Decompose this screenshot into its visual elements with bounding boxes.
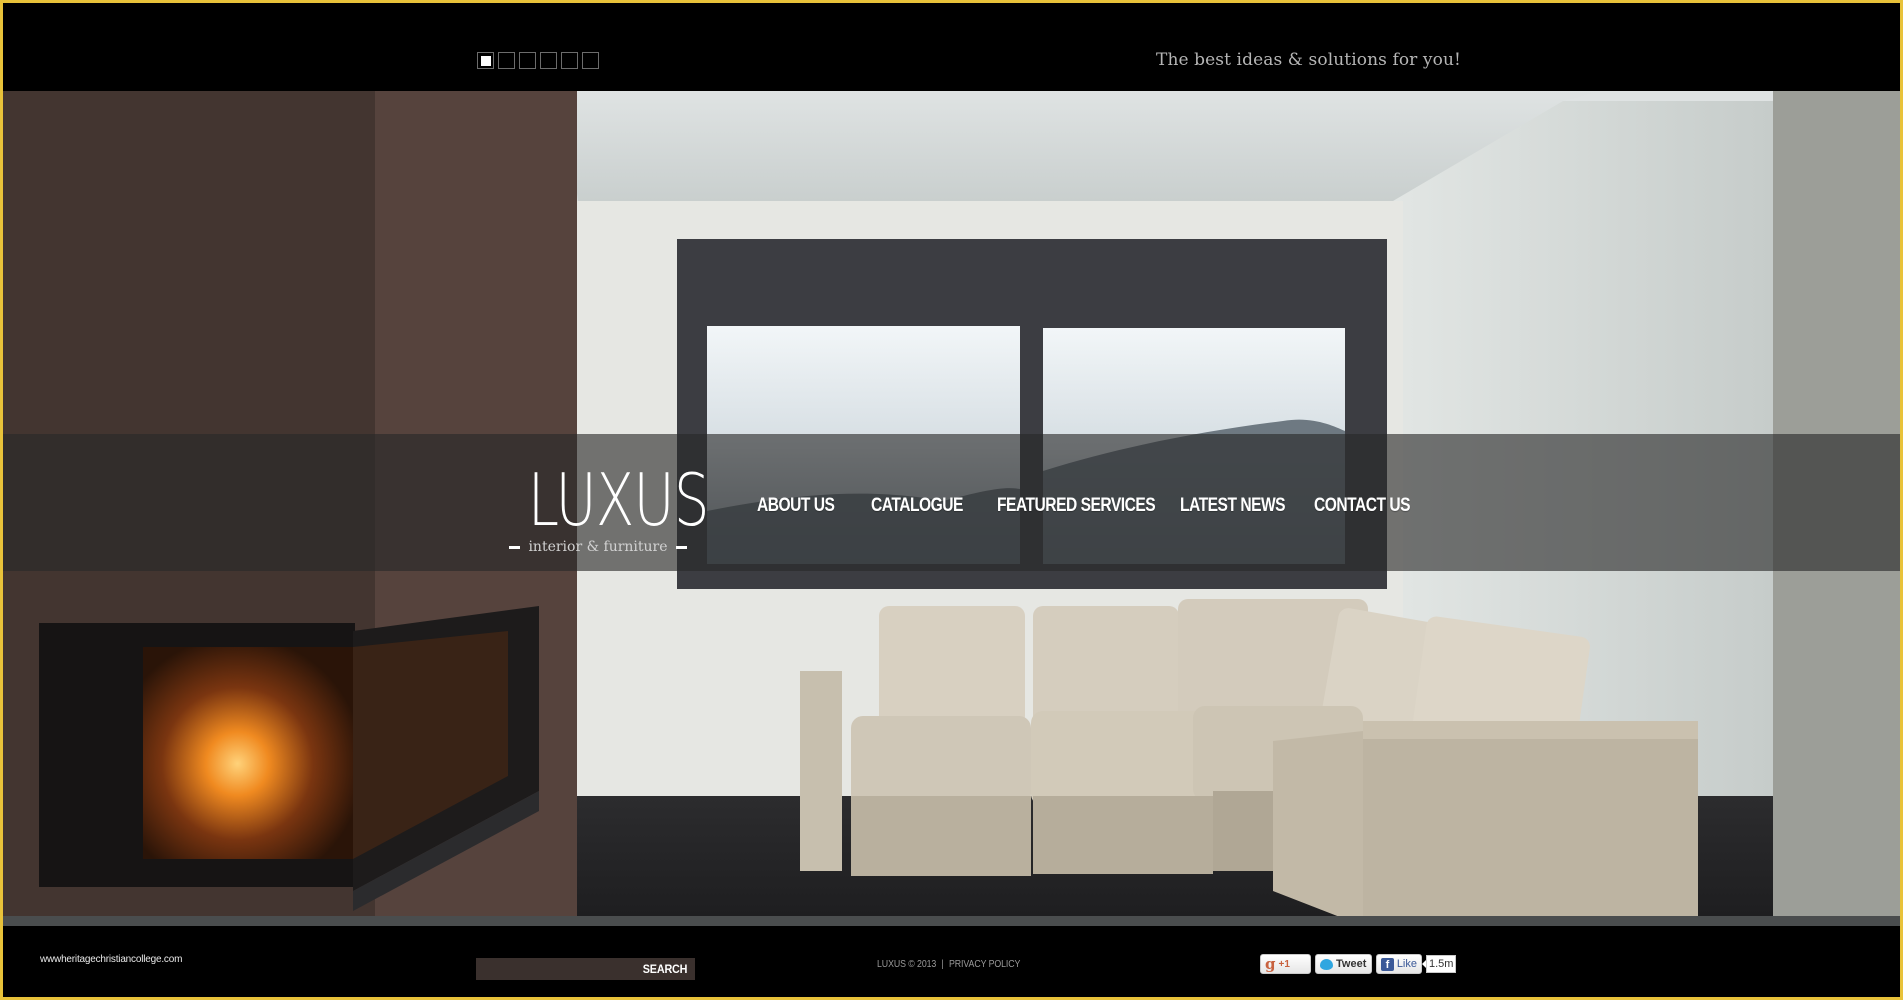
logo-dash-right bbox=[675, 545, 687, 549]
copyright-separator: | bbox=[941, 959, 944, 970]
slider-dot-2[interactable] bbox=[498, 52, 515, 69]
google-plus-button[interactable]: g +1 bbox=[1260, 954, 1311, 974]
slider-dot-3[interactable] bbox=[519, 52, 536, 69]
nav-catalogue[interactable]: CATALOGUE bbox=[871, 495, 963, 517]
tweet-label: Tweet bbox=[1336, 958, 1367, 970]
slider-dot-1[interactable] bbox=[477, 52, 494, 69]
privacy-policy-link[interactable]: PRIVACY POLICY bbox=[949, 959, 1020, 970]
tweet-button[interactable]: Tweet bbox=[1315, 954, 1372, 974]
hero-bottom-divider bbox=[3, 916, 1900, 926]
slider-dot-4[interactable] bbox=[540, 52, 557, 69]
like-count: 1.5m bbox=[1421, 955, 1457, 973]
slider-pager bbox=[477, 52, 599, 69]
facebook-icon: f bbox=[1381, 957, 1394, 971]
copyright: LUXUS © 2013 | PRIVACY POLICY bbox=[877, 959, 1020, 970]
twitter-bird-icon bbox=[1320, 958, 1333, 970]
search-input[interactable] bbox=[476, 958, 640, 980]
search-button[interactable]: SEARCH bbox=[642, 962, 692, 976]
nav-featured-services[interactable]: FEATURED SERVICES bbox=[997, 495, 1156, 517]
tagline: The best ideas & solutions for you! bbox=[1156, 50, 1461, 70]
slider-dot-5[interactable] bbox=[561, 52, 578, 69]
site-url-watermark: wwwheritagechristiancollege.com bbox=[40, 954, 183, 965]
social-buttons: g +1 Tweet f Like 1.5m bbox=[1260, 954, 1457, 974]
google-plus-label: +1 bbox=[1278, 958, 1290, 970]
slider-dot-6[interactable] bbox=[582, 52, 599, 69]
nav-contact-us[interactable]: CONTACT US bbox=[1314, 495, 1411, 517]
google-plus-icon: g bbox=[1265, 955, 1276, 973]
nav-about-us[interactable]: ABOUT US bbox=[757, 495, 835, 517]
like-label: Like bbox=[1396, 958, 1417, 970]
top-bar: The best ideas & solutions for you! bbox=[3, 3, 1900, 91]
copyright-text: LUXUS © 2013 bbox=[877, 959, 937, 970]
nav-latest-news[interactable]: LATEST NEWS bbox=[1180, 495, 1286, 517]
logo-dash-left bbox=[509, 545, 521, 549]
footer: wwwheritagechristiancollege.com SEARCH L… bbox=[3, 926, 1900, 997]
page-frame: The best ideas & solutions for you! LUXU… bbox=[3, 3, 1900, 997]
logo-wordmark: LUXUS bbox=[527, 458, 710, 542]
hero-slide: LUXUS interior & furniture ABOUT US CATA… bbox=[3, 91, 1900, 926]
site-logo[interactable]: LUXUS interior & furniture bbox=[508, 458, 710, 555]
search-form: SEARCH bbox=[476, 958, 695, 980]
facebook-like-button[interactable]: f Like bbox=[1376, 954, 1422, 974]
